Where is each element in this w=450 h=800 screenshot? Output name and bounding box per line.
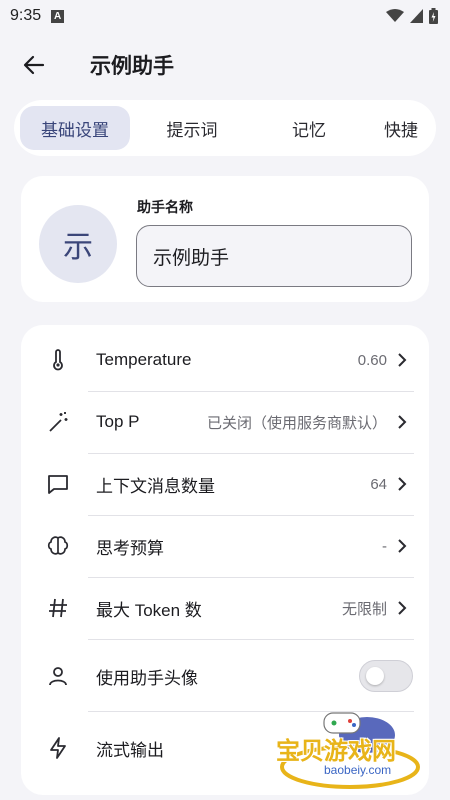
chevron-right-icon [395,415,409,429]
page-title: 示例助手 [90,55,174,78]
setting-context-messages[interactable]: 上下文消息数量 64 [21,453,429,515]
setting-label: 最大 Token 数 [96,600,202,620]
watermark-text: 宝贝游戏网 [276,738,396,765]
person-icon [45,663,71,689]
setting-value: 0.60 [357,351,387,369]
watermark: 宝贝游戏网 baobeiy.com [272,705,422,790]
avatar[interactable]: 示 [39,205,117,283]
setting-value: 无限制 [341,600,387,618]
setting-value: - [382,537,387,555]
assistant-info-card: 示 助手名称 [21,176,429,302]
setting-value: 64 [370,475,387,493]
brain-icon [45,533,71,559]
avatar-toggle[interactable] [359,660,413,692]
assistant-name-input[interactable] [136,225,412,287]
notification-icon: A [51,9,65,23]
battery-icon [429,8,438,24]
setting-label: Temperature [96,350,192,369]
tab-memory[interactable]: 记忆 [254,106,364,150]
toggle-knob [366,667,384,685]
divider [88,639,414,640]
tab-bar: 基础设置 提示词 记忆 快捷 [14,100,436,156]
tab-basic-settings[interactable]: 基础设置 [20,106,130,150]
tab-prompt[interactable]: 提示词 [130,106,254,150]
back-button[interactable] [14,45,54,85]
setting-value: 已关闭（使用服务商默认） [206,414,387,432]
wifi-icon [386,9,404,22]
setting-max-tokens[interactable]: 最大 Token 数 无限制 [21,577,429,639]
setting-label: Top P [96,412,140,431]
lightning-icon [45,735,71,761]
hash-icon [45,595,71,621]
status-time: 9:35 [10,7,42,24]
chevron-right-icon [395,539,409,553]
name-label: 助手名称 [137,199,193,215]
chevron-right-icon [395,353,409,367]
chevron-right-icon [395,477,409,491]
setting-label: 使用助手头像 [96,668,198,688]
arrow-left-icon [23,55,45,75]
watermark-url: baobeiy.com [324,763,392,777]
thermometer-icon [45,347,71,373]
app-header: 示例助手 [0,40,450,90]
status-icons [386,8,438,24]
setting-temperature[interactable]: Temperature 0.60 [21,329,429,391]
setting-thinking-budget[interactable]: 思考预算 - [21,515,429,577]
setting-label: 思考预算 [96,538,164,558]
chevron-right-icon [395,601,409,615]
cellular-icon [410,9,423,23]
setting-label: 上下文消息数量 [96,476,215,496]
chat-bubble-icon [45,471,71,497]
status-bar: 9:35 A [0,0,450,32]
magic-wand-icon [45,409,71,435]
tab-shortcuts[interactable]: 快捷 [364,106,436,150]
setting-use-assistant-avatar: 使用助手头像 [21,643,429,709]
setting-label: 流式输出 [96,740,164,760]
setting-top-p[interactable]: Top P 已关闭（使用服务商默认） [21,391,429,453]
